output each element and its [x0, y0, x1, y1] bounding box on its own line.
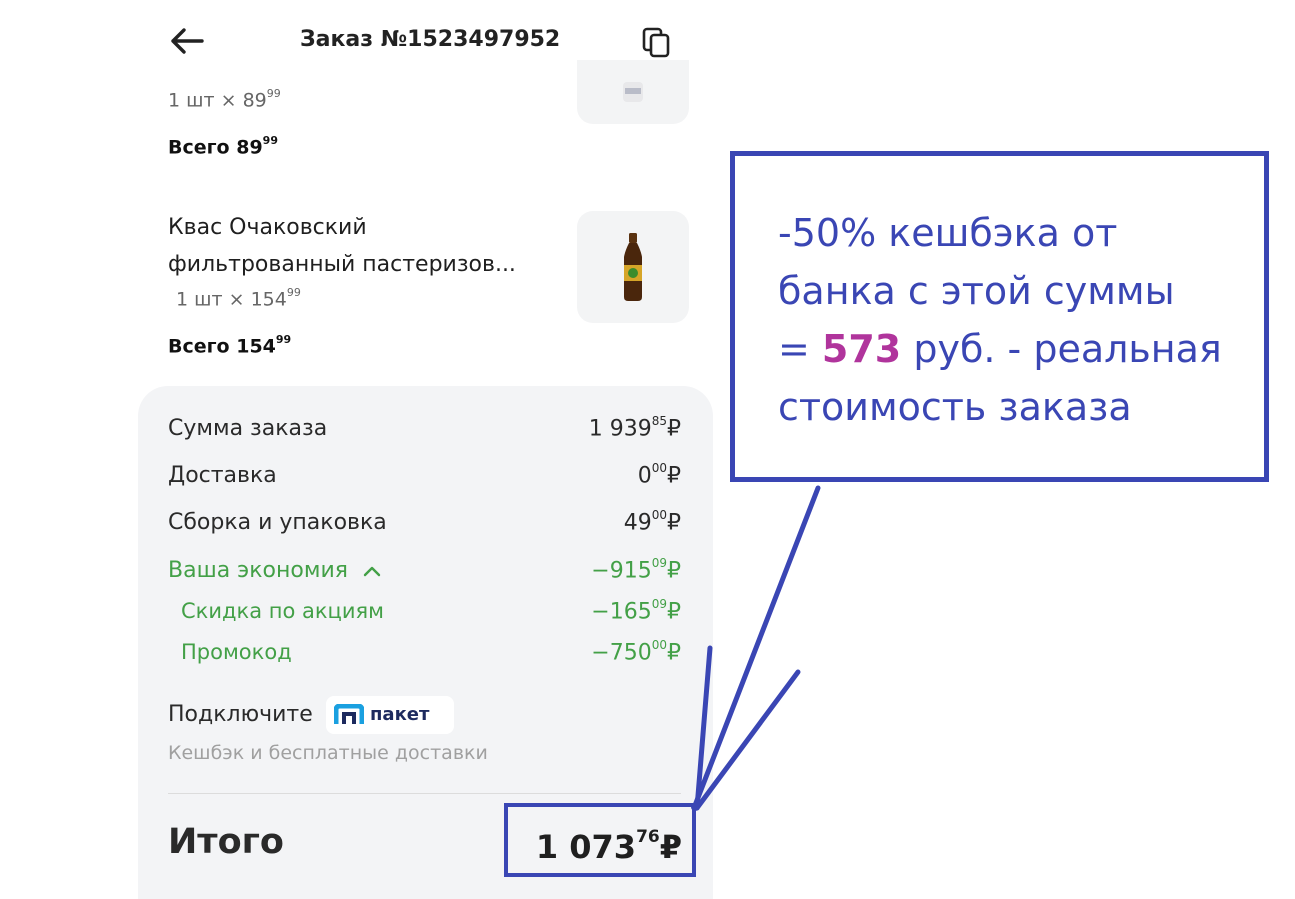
item-total-kopeks: 99 [262, 134, 278, 147]
summary-label-delivery: Доставка [168, 463, 277, 488]
item-quantity-value: 1 шт × 154 [176, 288, 287, 311]
paket-badge[interactable]: пакет [326, 696, 454, 734]
savings-toggle[interactable]: Ваша экономия [168, 558, 382, 583]
item-quantity: 1 шт × 15499 [176, 286, 301, 311]
item-total-value: Всего 89 [168, 136, 263, 159]
value-kopeks: 00 [651, 461, 667, 475]
item-total: Всего 15499 [168, 333, 292, 358]
bottle-image-icon [623, 82, 643, 102]
back-button[interactable] [168, 26, 206, 56]
value-kopeks: 09 [651, 556, 667, 570]
annotation-prefix: = [778, 327, 822, 371]
savings-value-promocode: −75000₽ [481, 638, 681, 666]
annotation-highlight: 573 [821, 327, 902, 371]
summary-label-packing: Сборка и упаковка [168, 510, 387, 535]
item-total: Всего 8999 [168, 134, 278, 159]
annotation-line: банка с этой суммы [778, 269, 1175, 313]
paket-subtitle: Кешбэк и бесплатные доставки [168, 742, 488, 764]
annotation-text: -50% кешбэка от банка с этой суммы = 573… [778, 204, 1222, 436]
product-name[interactable]: Квас Очаковский фильтрованный пастеризов… [168, 209, 516, 283]
product-thumbnail[interactable] [577, 211, 689, 323]
copy-order-button[interactable] [641, 26, 673, 58]
item-quantity: 1 шт × 8999 [168, 87, 281, 112]
value-kopeks: 00 [651, 638, 667, 652]
currency-sign: ₽ [667, 416, 681, 442]
kvas-bottle-icon [624, 233, 642, 301]
total-highlight-frame [504, 803, 696, 877]
value-int: 0 [637, 463, 652, 489]
value-int: −165 [591, 599, 652, 625]
currency-sign: ₽ [667, 558, 681, 584]
annotation-line: = 573 руб. - реальная [778, 320, 1222, 378]
product-thumbnail[interactable] [577, 60, 689, 124]
savings-value-discount: −16509₽ [481, 597, 681, 625]
copy-icon [642, 27, 670, 58]
item-total-value: Всего 154 [168, 335, 276, 358]
product-name-line: фильтрованный пастеризов... [168, 252, 516, 277]
summary-value-delivery: 000₽ [481, 461, 681, 489]
value-kopeks: 00 [651, 508, 667, 522]
paket-logo-icon [334, 704, 364, 724]
value-int: −915 [591, 558, 652, 584]
value-int: −750 [591, 640, 652, 666]
item-quantity-kopeks: 99 [286, 286, 301, 299]
chevron-up-icon [363, 566, 381, 576]
paket-connect-label[interactable]: Подключите [168, 702, 313, 727]
currency-sign: ₽ [667, 510, 681, 536]
paket-brand-name: пакет [370, 704, 430, 725]
savings-label-promocode: Промокод [181, 640, 292, 664]
value-int: 1 939 [588, 416, 652, 442]
total-label: Итого [168, 822, 284, 862]
annotation-suffix: руб. - реальная [901, 327, 1222, 371]
currency-sign: ₽ [667, 640, 681, 666]
value-int: 49 [623, 510, 652, 536]
value-kopeks: 85 [651, 414, 667, 428]
arrow-left-icon [171, 28, 204, 54]
summary-divider [168, 793, 681, 794]
product-name-line: Квас Очаковский [168, 215, 367, 240]
summary-value-packing: 4900₽ [481, 508, 681, 536]
savings-label-discount: Скидка по акциям [181, 599, 384, 623]
page-title: Заказ №1523497952 [300, 27, 561, 52]
summary-label-order-sum: Сумма заказа [168, 416, 328, 441]
summary-value-order-sum: 1 93985₽ [481, 414, 681, 442]
item-quantity-value: 1 шт × 89 [168, 89, 267, 112]
annotation-line: стоимость заказа [778, 385, 1132, 429]
value-kopeks: 09 [651, 597, 667, 611]
currency-sign: ₽ [667, 463, 681, 489]
savings-value: −91509₽ [481, 556, 681, 584]
item-total-kopeks: 99 [275, 333, 292, 346]
currency-sign: ₽ [667, 599, 681, 625]
item-quantity-kopeks: 99 [266, 87, 281, 100]
savings-label: Ваша экономия [168, 558, 348, 583]
annotation-line: -50% кешбэка от [778, 211, 1118, 255]
